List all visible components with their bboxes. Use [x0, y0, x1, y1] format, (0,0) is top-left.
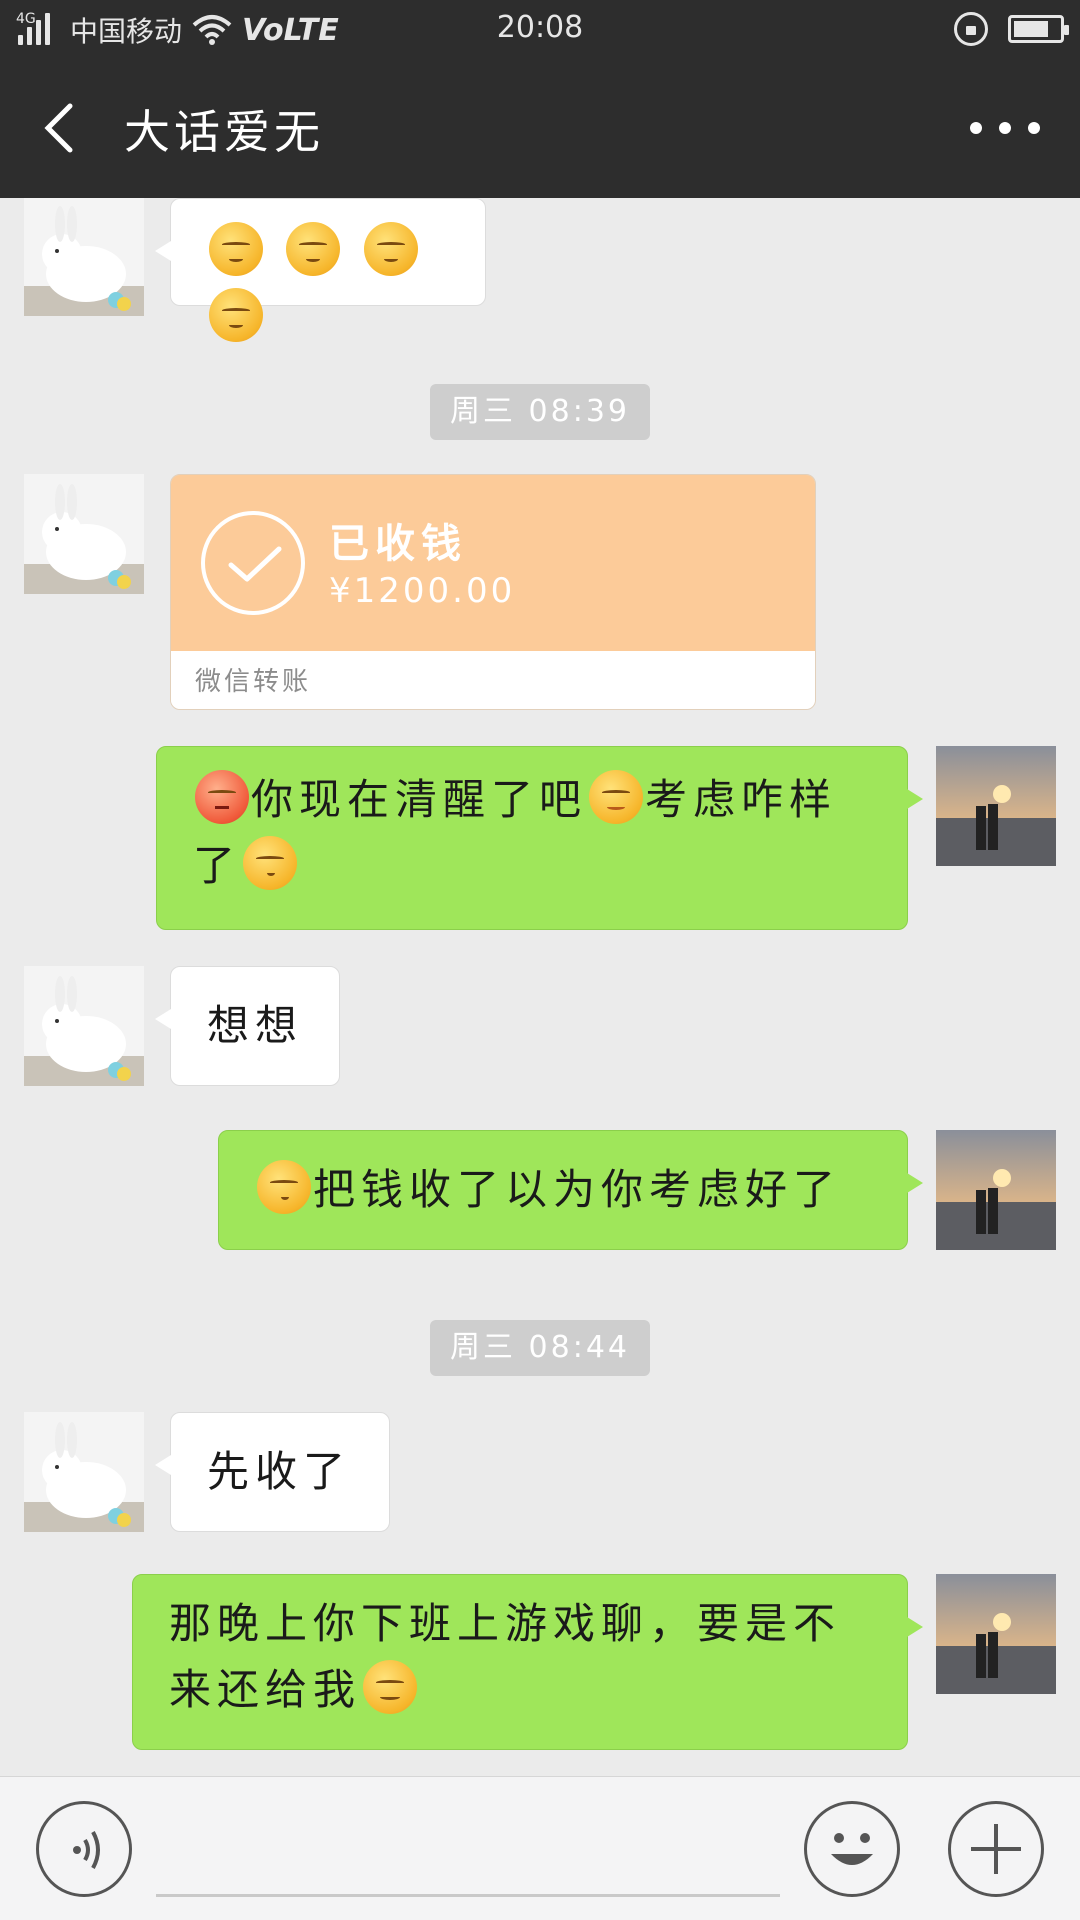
- timestamp: 周三 08:44: [430, 1320, 650, 1376]
- emoji-button[interactable]: [804, 1801, 900, 1897]
- message-text: 想想: [207, 1001, 304, 1050]
- network-type: 4G: [16, 11, 36, 27]
- message-list[interactable]: 周三 08:39 已收钱 ¥1200.00 微信转账 你现在清醒了吧 考虑咋样 …: [0, 198, 1080, 1776]
- avatar[interactable]: [24, 966, 144, 1086]
- avatar[interactable]: [24, 198, 144, 316]
- kissing-face-emoji: [257, 1160, 311, 1214]
- transfer-label: 微信转账: [195, 667, 312, 697]
- angry-face-emoji: [195, 770, 249, 824]
- message-bubble[interactable]: [155, 198, 486, 342]
- status-bar: 4G 中国移动 VoLTE 20:08: [0, 0, 1080, 58]
- input-underline: [156, 1894, 780, 1897]
- plus-button[interactable]: [948, 1801, 1044, 1897]
- message-text: 先收了: [207, 1447, 352, 1496]
- avatar[interactable]: [936, 1574, 1056, 1694]
- avatar[interactable]: [24, 474, 144, 594]
- avatar[interactable]: [24, 1412, 144, 1532]
- sleepy-face-emoji: [209, 222, 263, 276]
- more-dots-icon: [970, 122, 982, 134]
- chat-title: 大话爱无: [124, 105, 324, 159]
- voice-button[interactable]: [36, 1801, 132, 1897]
- transfer-status: 已收钱: [329, 521, 467, 567]
- wifi-icon: [192, 15, 232, 45]
- avatar[interactable]: [936, 1130, 1056, 1250]
- hugging-face-emoji: [363, 1660, 418, 1714]
- message-input[interactable]: [156, 1813, 780, 1889]
- message-bubble[interactable]: 先收了: [155, 1412, 390, 1532]
- battery-icon: [1008, 15, 1069, 43]
- message-bubble[interactable]: 那晚上你下班上游戏聊，要是不 来还给我: [132, 1574, 923, 1750]
- sleepy-face-emoji: [209, 288, 263, 342]
- kissing-face-emoji: [243, 836, 298, 890]
- message-bubble[interactable]: 把钱收了以为你考虑好了: [218, 1130, 923, 1250]
- sleepy-face-emoji: [286, 222, 341, 276]
- message-text: 把钱收了以为你考虑好了: [313, 1165, 842, 1214]
- rotation-lock-icon: [954, 12, 988, 46]
- chevron-left-icon: [44, 103, 73, 153]
- back-button[interactable]: [36, 96, 96, 160]
- message-text: 了: [193, 841, 242, 890]
- message-text: 那晚上你下班上游戏聊，要是不: [169, 1599, 842, 1648]
- avatar[interactable]: [936, 746, 1056, 866]
- more-button[interactable]: [970, 108, 1040, 148]
- emoji-icon: [831, 1833, 873, 1865]
- smiling-face-emoji: [589, 770, 644, 824]
- sleepy-face-emoji: [363, 222, 418, 276]
- transfer-amount: ¥1200.00: [329, 571, 516, 611]
- message-text: 来还给我: [169, 1665, 362, 1714]
- signal-icon: 4G: [16, 11, 54, 47]
- input-bar: [0, 1776, 1080, 1920]
- check-circle-icon: [201, 511, 305, 615]
- carrier-name: 中国移动: [70, 15, 183, 48]
- message-bubble[interactable]: 你现在清醒了吧 考虑咋样 了: [156, 746, 923, 930]
- plus-icon: [971, 1824, 1021, 1874]
- chat-header: 大话爱无: [0, 58, 1080, 198]
- volte-label: VoLTE: [242, 12, 339, 48]
- voice-icon: [73, 1831, 100, 1869]
- transfer-card[interactable]: 已收钱 ¥1200.00 微信转账: [170, 474, 816, 710]
- message-bubble[interactable]: 想想: [155, 966, 340, 1086]
- message-text: 考虑咋样: [645, 775, 838, 824]
- timestamp: 周三 08:39: [430, 384, 650, 440]
- message-text: 你现在清醒了吧: [251, 775, 588, 824]
